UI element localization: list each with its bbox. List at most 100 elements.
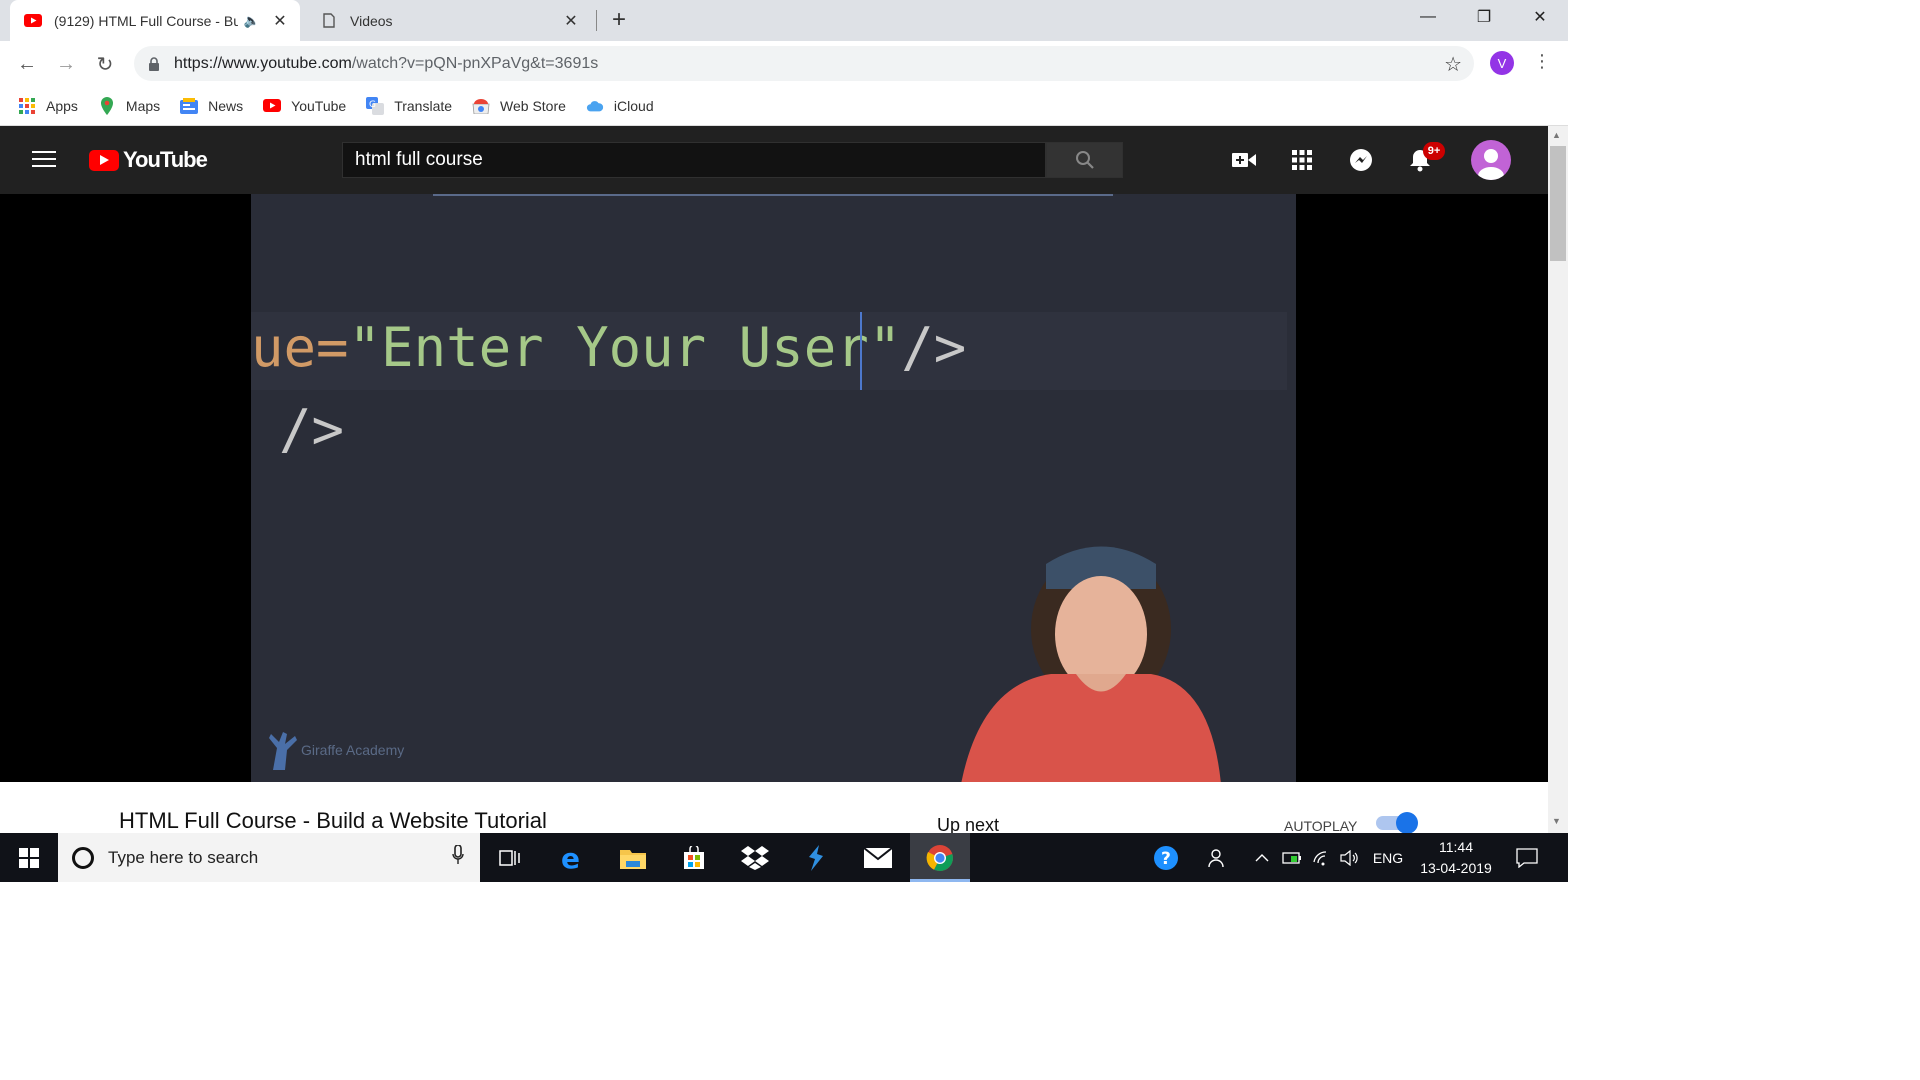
chrome-taskbar-icon[interactable] bbox=[910, 833, 970, 882]
editor-top-line bbox=[433, 194, 1113, 196]
giraffe-academy-watermark: Giraffe Academy bbox=[265, 730, 404, 770]
tab-videos[interactable]: Videos ✕ bbox=[306, 0, 591, 41]
dropbox-icon[interactable] bbox=[725, 833, 785, 882]
tab-separator bbox=[596, 10, 597, 31]
presenter-image bbox=[961, 546, 1221, 782]
web-store-icon bbox=[472, 98, 490, 114]
back-arrow-icon[interactable]: ← bbox=[14, 51, 40, 77]
youtube-wordmark: YouTube bbox=[123, 147, 208, 172]
svg-text:?: ? bbox=[1161, 849, 1171, 869]
clock-date: 13-04-2019 bbox=[1420, 860, 1492, 876]
svg-text:G: G bbox=[369, 100, 376, 110]
messages-icon[interactable] bbox=[1349, 148, 1373, 172]
video-title: HTML Full Course - Build a Website Tutor… bbox=[119, 808, 547, 833]
bookmark-label: News bbox=[208, 97, 244, 114]
chrome-profile-avatar[interactable]: V bbox=[1490, 51, 1514, 75]
visual-studio-code-icon[interactable] bbox=[786, 833, 846, 882]
youtube-play-icon bbox=[89, 149, 119, 171]
bookmark-label: Translate bbox=[394, 97, 453, 114]
microsoft-store-icon[interactable] bbox=[664, 833, 724, 882]
reload-icon[interactable]: ↻ bbox=[92, 51, 118, 77]
autoplay-toggle[interactable] bbox=[1376, 812, 1418, 834]
volume-icon[interactable] bbox=[1338, 833, 1362, 882]
youtube-logo[interactable]: YouTube bbox=[89, 147, 208, 173]
bookmark-apps[interactable]: Apps bbox=[18, 97, 78, 114]
browser-tabstrip: (9129) HTML Full Course - Bu 🔈 ✕ Videos … bbox=[0, 0, 1568, 41]
search-button[interactable] bbox=[1046, 142, 1123, 178]
chrome-menu-icon[interactable]: ⋮ bbox=[1533, 51, 1551, 72]
youtube-account-avatar[interactable] bbox=[1471, 140, 1511, 180]
language-indicator[interactable]: ENG bbox=[1368, 833, 1408, 882]
code-line-2: /> bbox=[279, 398, 345, 461]
scroll-thumb[interactable] bbox=[1550, 146, 1566, 261]
scroll-down-arrow-icon[interactable]: ▼ bbox=[1552, 816, 1561, 826]
code-line-1: ue="Enter Your User"/> bbox=[251, 316, 966, 379]
bookmark-label: YouTube bbox=[291, 97, 347, 114]
restore-button[interactable]: ❐ bbox=[1456, 0, 1512, 34]
taskbar-clock[interactable]: 11:44 13-04-2019 bbox=[1414, 837, 1498, 879]
video-player[interactable]: ue="Enter Your User"/> /> Giraffe Academ… bbox=[0, 194, 1548, 782]
address-bar[interactable]: https://www.youtube.com/watch?v=pQN-pnXP… bbox=[134, 46, 1474, 81]
tab-title: Videos bbox=[350, 12, 393, 29]
code-string: "Enter Your User bbox=[348, 316, 869, 379]
mail-icon[interactable] bbox=[848, 833, 908, 882]
page-scrollbar[interactable]: ▲ ▼ bbox=[1548, 126, 1568, 833]
cortana-icon bbox=[72, 846, 94, 869]
svg-text:e: e bbox=[561, 845, 580, 871]
show-hidden-icons-chevron-icon[interactable] bbox=[1250, 833, 1274, 882]
notification-count-badge: 9+ bbox=[1423, 142, 1445, 160]
wifi-icon[interactable] bbox=[1310, 833, 1334, 882]
minimize-button[interactable]: — bbox=[1400, 0, 1456, 34]
bookmark-star-icon[interactable]: ☆ bbox=[1444, 52, 1462, 77]
tab-audio-icon[interactable]: 🔈 bbox=[244, 13, 260, 29]
tab-close-icon[interactable]: ✕ bbox=[561, 11, 581, 31]
people-icon[interactable] bbox=[1204, 833, 1232, 882]
browser-toolbar: ← → ↻ https://www.youtube.com/watch?v=pQ… bbox=[0, 41, 1568, 86]
close-window-button[interactable]: ✕ bbox=[1512, 0, 1568, 34]
bookmark-news[interactable]: News bbox=[180, 97, 244, 114]
youtube-search-input[interactable]: html full course bbox=[342, 142, 1046, 178]
tab-title: (9129) HTML Full Course - Bu bbox=[54, 12, 238, 29]
bookmark-label: Apps bbox=[46, 97, 78, 114]
bookmark-web-store[interactable]: Web Store bbox=[472, 98, 566, 114]
bookmark-icloud[interactable]: iCloud bbox=[586, 98, 654, 114]
forward-arrow-icon[interactable]: → bbox=[53, 51, 79, 77]
maps-icon bbox=[98, 96, 116, 115]
bookmark-youtube[interactable]: YouTube bbox=[263, 98, 346, 114]
bookmark-translate[interactable]: G Translate bbox=[366, 96, 453, 115]
tab-youtube-html-course[interactable]: (9129) HTML Full Course - Bu 🔈 ✕ bbox=[10, 0, 300, 41]
action-center-icon[interactable] bbox=[1512, 833, 1542, 882]
code-attribute: ue= bbox=[251, 316, 349, 379]
text-cursor bbox=[860, 312, 862, 390]
task-view-icon[interactable] bbox=[480, 833, 540, 882]
clock-time: 11:44 bbox=[1439, 839, 1473, 855]
file-explorer-icon[interactable] bbox=[603, 833, 663, 882]
edge-browser-icon[interactable]: e bbox=[542, 833, 602, 882]
create-video-icon[interactable] bbox=[1232, 148, 1256, 172]
taskbar-search-box[interactable]: Type here to search bbox=[58, 833, 480, 882]
bookmark-label: Web Store bbox=[500, 97, 566, 114]
apps-grid-icon[interactable] bbox=[1290, 148, 1314, 172]
microphone-icon[interactable] bbox=[452, 844, 464, 870]
taskbar-search-placeholder: Type here to search bbox=[108, 847, 259, 867]
hamburger-menu-icon[interactable] bbox=[32, 151, 56, 169]
tab-close-icon[interactable]: ✕ bbox=[270, 11, 290, 31]
watch-info: HTML Full Course - Build a Website Tutor… bbox=[0, 782, 1548, 835]
search-icon bbox=[1075, 151, 1094, 169]
help-icon[interactable]: ? bbox=[1150, 833, 1182, 882]
bookmarks-bar: Apps Maps News YouTube G Translate Web S… bbox=[0, 86, 1568, 126]
battery-icon[interactable] bbox=[1280, 833, 1304, 882]
video-frame[interactable]: ue="Enter Your User"/> /> Giraffe Academ… bbox=[251, 194, 1296, 782]
bookmark-label: iCloud bbox=[613, 97, 654, 114]
lock-icon[interactable] bbox=[148, 56, 160, 71]
youtube-favicon-icon bbox=[24, 14, 42, 27]
giraffe-icon bbox=[269, 732, 297, 770]
code-quote: " bbox=[868, 316, 902, 379]
new-tab-button[interactable]: + bbox=[612, 6, 626, 34]
windows-start-button[interactable] bbox=[0, 833, 58, 882]
bookmark-label: Maps bbox=[125, 97, 161, 114]
code-tag-end: /> bbox=[901, 316, 967, 379]
scroll-up-arrow-icon[interactable]: ▲ bbox=[1552, 130, 1561, 140]
url-text: https://www.youtube.com/watch?v=pQN-pnXP… bbox=[174, 54, 599, 72]
bookmark-maps[interactable]: Maps bbox=[98, 96, 161, 115]
